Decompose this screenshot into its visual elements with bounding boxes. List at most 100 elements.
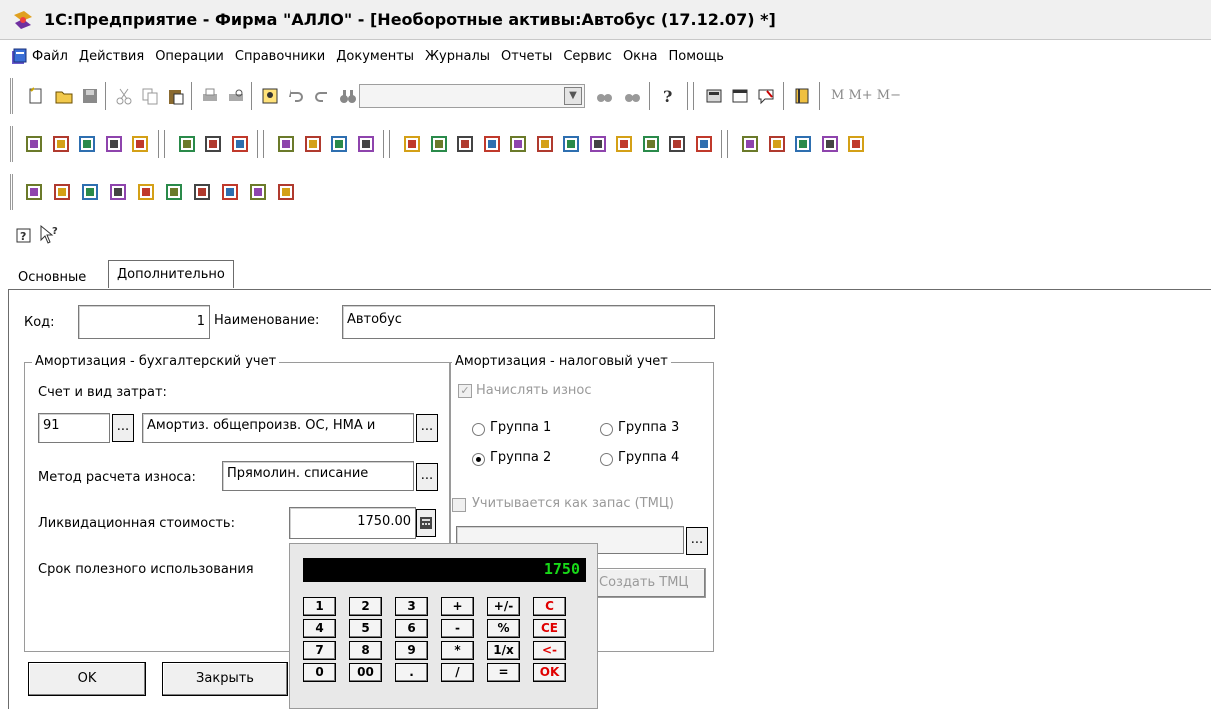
cost-type-select-button[interactable]: ... [416, 414, 438, 442]
catalog-tool-13-icon[interactable] [403, 135, 421, 153]
calc-key[interactable]: / [441, 663, 474, 682]
properties-icon[interactable] [261, 87, 279, 105]
calc-key[interactable]: 0 [303, 663, 336, 682]
close-button[interactable]: Закрыть [162, 662, 288, 696]
catalog-tool-27-icon[interactable] [794, 135, 812, 153]
menu-item[interactable]: Файл [32, 49, 68, 64]
tab-main[interactable]: Основные [10, 264, 94, 290]
liquidation-field[interactable]: 1750.00 [289, 507, 416, 539]
calc-key[interactable]: <- [533, 641, 566, 660]
catalog-tool-9-icon[interactable] [277, 135, 295, 153]
copy-icon[interactable] [141, 87, 159, 105]
code-field[interactable]: 1 [78, 305, 210, 339]
calc-key[interactable]: 1/x [487, 641, 520, 660]
ok-button[interactable]: OK [28, 662, 146, 696]
menu-item[interactable]: Документы [336, 49, 414, 64]
group-1-radio[interactable] [472, 423, 485, 436]
calendar-icon[interactable] [731, 87, 749, 105]
message-icon[interactable] [757, 87, 775, 105]
catalog-tool-16-icon[interactable] [483, 135, 501, 153]
catalog-tool-14-icon[interactable] [430, 135, 448, 153]
menu-item[interactable]: Помощь [669, 49, 724, 64]
menu-item[interactable]: Отчеты [501, 49, 552, 64]
report-tool-6-icon[interactable] [165, 183, 183, 201]
name-field[interactable]: Автобус [342, 305, 715, 339]
catalog-tool-15-icon[interactable] [456, 135, 474, 153]
menu-item[interactable]: Действия [79, 49, 144, 64]
catalog-tool-8-icon[interactable] [231, 135, 249, 153]
calc-key[interactable]: +/- [487, 597, 520, 616]
cost-type-field[interactable]: Амортиз. общепроизв. ОС, НМА и [142, 413, 414, 443]
create-stock-button[interactable]: Создать ТМЦ [580, 568, 706, 598]
method-field[interactable]: Прямолин. списание [222, 461, 414, 491]
menu-item[interactable]: Журналы [425, 49, 490, 64]
stock-checkbox[interactable] [452, 498, 466, 512]
catalog-tool-5-icon[interactable] [131, 135, 149, 153]
report-tool-7-icon[interactable] [193, 183, 211, 201]
catalog-tool-6-icon[interactable] [178, 135, 196, 153]
report-tool-8-icon[interactable] [221, 183, 239, 201]
calc-key[interactable]: * [441, 641, 474, 660]
catalog-tool-1-icon[interactable] [25, 135, 43, 153]
binoculars-icon[interactable] [339, 87, 357, 105]
catalog-tool-21-icon[interactable] [615, 135, 633, 153]
calc-key[interactable]: OK [533, 663, 566, 682]
catalog-tool-25-icon[interactable] [741, 135, 759, 153]
calc-key[interactable]: 5 [349, 619, 382, 638]
catalog-tool-22-icon[interactable] [642, 135, 660, 153]
context-help-icon[interactable]: ? [38, 224, 62, 246]
report-tool-5-icon[interactable] [137, 183, 155, 201]
catalog-tool-20-icon[interactable] [589, 135, 607, 153]
calc-key[interactable]: - [441, 619, 474, 638]
calc-key[interactable]: % [487, 619, 520, 638]
catalog-tool-11-icon[interactable] [330, 135, 348, 153]
print-icon[interactable] [201, 87, 219, 105]
menu-item[interactable]: Справочники [235, 49, 325, 64]
calc-key[interactable]: 3 [395, 597, 428, 616]
catalog-tool-3-icon[interactable] [78, 135, 96, 153]
calc-key[interactable]: 9 [395, 641, 428, 660]
catalog-tool-19-icon[interactable] [562, 135, 580, 153]
document-icon[interactable] [10, 48, 28, 66]
save-icon[interactable] [81, 87, 99, 105]
calc-key[interactable]: 2 [349, 597, 382, 616]
catalog-tool-28-icon[interactable] [821, 135, 839, 153]
report-tool-10-icon[interactable] [277, 183, 295, 201]
report-tool-9-icon[interactable] [249, 183, 267, 201]
calc-key[interactable]: C [533, 597, 566, 616]
help-question-icon[interactable]: ? [659, 87, 677, 105]
calc-key[interactable]: CE [533, 619, 566, 638]
catalog-tool-29-icon[interactable] [847, 135, 865, 153]
menu-item[interactable]: Сервис [563, 49, 612, 64]
catalog-tool-4-icon[interactable] [105, 135, 123, 153]
search-combo[interactable]: ▼ [359, 84, 585, 108]
report-tool-2-icon[interactable] [53, 183, 71, 201]
undo-icon[interactable] [287, 87, 305, 105]
calc-key[interactable]: . [395, 663, 428, 682]
catalog-tool-12-icon[interactable] [357, 135, 375, 153]
menu-item[interactable]: Окна [623, 49, 658, 64]
catalog-tool-10-icon[interactable] [304, 135, 322, 153]
calc-key[interactable]: 6 [395, 619, 428, 638]
group-3-radio[interactable] [600, 423, 613, 436]
group-2-radio[interactable] [472, 453, 485, 466]
help-topic-icon[interactable]: ? [14, 226, 34, 246]
calc-key[interactable]: = [487, 663, 520, 682]
catalog-tool-17-icon[interactable] [509, 135, 527, 153]
chevron-down-icon[interactable]: ▼ [564, 87, 582, 105]
catalog-tool-7-icon[interactable] [204, 135, 222, 153]
memory-buttons[interactable]: M M+ M− [831, 88, 901, 103]
report-tool-3-icon[interactable] [81, 183, 99, 201]
calc-key[interactable]: 8 [349, 641, 382, 660]
stock-item-select-button[interactable]: ... [686, 527, 708, 555]
account-field[interactable]: 91 [38, 413, 110, 443]
catalog-tool-24-icon[interactable] [695, 135, 713, 153]
calculator-button[interactable] [416, 509, 436, 537]
tab-additional[interactable]: Дополнительно [108, 260, 234, 288]
calc-key[interactable]: 00 [349, 663, 382, 682]
cut-icon[interactable] [115, 87, 133, 105]
new-document-icon[interactable] [27, 87, 45, 105]
redo-icon[interactable] [313, 87, 331, 105]
report-tool-4-icon[interactable] [109, 183, 127, 201]
calc-key[interactable]: 7 [303, 641, 336, 660]
